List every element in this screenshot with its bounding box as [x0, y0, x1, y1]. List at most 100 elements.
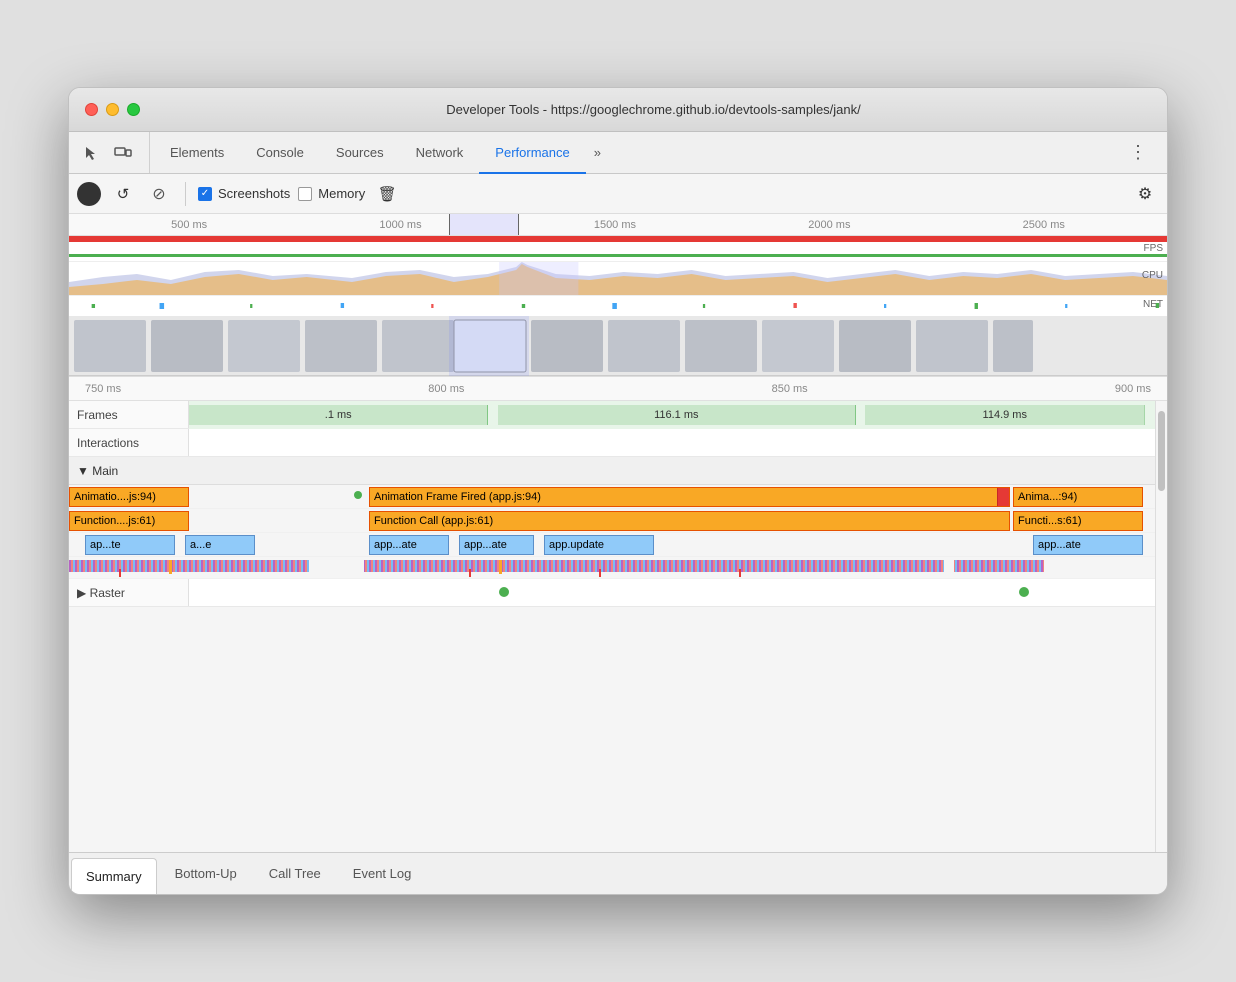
- raster-dot-2: [1019, 587, 1029, 597]
- title-bar: Developer Tools - https://googlechrome.g…: [69, 88, 1167, 132]
- flame-row-4: [69, 557, 1155, 579]
- clear-button[interactable]: ⊘: [145, 180, 173, 208]
- tab-bar: Elements Console Sources Network Perform…: [69, 132, 1167, 174]
- detail-ruler-850: 850 ms: [772, 383, 808, 395]
- long-task-indicator: [997, 488, 1009, 507]
- timeline-ruler: 500 ms 1000 ms 1500 ms 2000 ms 2500 ms: [69, 214, 1167, 236]
- flame-row-1: Animatio....js:94) Animation Frame Fired…: [69, 485, 1155, 509]
- flame-row-2: Function....js:61) Function Call (app.js…: [69, 509, 1155, 533]
- perf-panel: 500 ms 1000 ms 1500 ms 2000 ms 2500 ms: [69, 214, 1167, 894]
- filmstrip: [69, 316, 1167, 376]
- tab-sources[interactable]: Sources: [320, 133, 400, 174]
- ruler-500: 500 ms: [171, 219, 207, 231]
- screenshots-checkbox[interactable]: ✓ Screenshots: [198, 186, 290, 201]
- interactions-content: [189, 429, 1155, 456]
- ruler-2000: 2000 ms: [808, 219, 850, 231]
- flame-func-1: Function....js:61): [69, 511, 189, 531]
- track-area: Frames .1 ms 116.1 ms 114.9 m: [69, 401, 1167, 852]
- traffic-lights: [85, 103, 140, 116]
- maximize-button[interactable]: [127, 103, 140, 116]
- devtools-window: Developer Tools - https://googlechrome.g…: [68, 87, 1168, 895]
- fps-green-line: [69, 254, 1167, 257]
- device-toolbar-icon[interactable]: [109, 139, 137, 167]
- main-section-header[interactable]: ▼ Main: [69, 457, 1155, 485]
- interactions-row: Interactions: [69, 429, 1155, 457]
- interactions-label: Interactions: [69, 429, 189, 456]
- flame-app-4: app...ate: [459, 535, 534, 555]
- window-title: Developer Tools - https://googlechrome.g…: [156, 102, 1151, 117]
- toolbar-separator-1: [185, 182, 186, 206]
- cursor-icon[interactable]: [77, 139, 105, 167]
- tab-network[interactable]: Network: [400, 133, 480, 174]
- idle-dot-1: [354, 491, 362, 499]
- ruler-marks: 500 ms 1000 ms 1500 ms 2000 ms 2500 ms: [85, 219, 1151, 231]
- frame-block-2: 116.1 ms: [498, 405, 855, 425]
- raster-label: ▶ Raster: [69, 579, 189, 606]
- main-section-label: ▼ Main: [77, 464, 197, 478]
- flame-app-6: app...ate: [1033, 535, 1143, 555]
- flame-app-3: app...ate: [369, 535, 449, 555]
- net-waveform: [69, 296, 1167, 316]
- frame-block-3: 114.9 ms: [865, 405, 1145, 425]
- cpu-track: CPU: [69, 262, 1167, 296]
- devtools-menu-icon[interactable]: ⋮: [1117, 132, 1159, 173]
- raster-row: ▶ Raster: [69, 579, 1155, 607]
- detail-ruler: 750 ms 800 ms 850 ms 900 ms: [69, 377, 1167, 401]
- detail-ruler-800: 800 ms: [428, 383, 464, 395]
- detail-ruler-750: 750 ms: [85, 383, 121, 395]
- detail-timeline: 750 ms 800 ms 850 ms 900 ms Frames: [69, 377, 1167, 852]
- tab-summary[interactable]: Summary: [71, 858, 157, 894]
- scrollbar-thumb[interactable]: [1158, 411, 1165, 491]
- scrollbar[interactable]: [1155, 401, 1167, 852]
- record-button[interactable]: [77, 182, 101, 206]
- flame-anim-3: Anima...:94): [1013, 487, 1143, 507]
- tab-performance[interactable]: Performance: [479, 133, 585, 174]
- flame-func-2: Function Call (app.js:61): [369, 511, 1010, 531]
- ruler-1500: 1500 ms: [594, 219, 636, 231]
- minimize-button[interactable]: [106, 103, 119, 116]
- raster-dot-1: [499, 587, 509, 597]
- bottom-tabs: Summary Bottom-Up Call Tree Event Log: [69, 852, 1167, 894]
- screenshots-check-icon: ✓: [198, 187, 212, 201]
- ruler-1000: 1000 ms: [379, 219, 421, 231]
- close-button[interactable]: [85, 103, 98, 116]
- frames-label: Frames: [69, 401, 189, 428]
- flame-func-3: Functi...s:61): [1013, 511, 1143, 531]
- flame-app-1: ap...te: [85, 535, 175, 555]
- reload-button[interactable]: ↺: [109, 180, 137, 208]
- frames-content: .1 ms 116.1 ms 114.9 ms: [189, 401, 1155, 429]
- flame-app-5: app.update: [544, 535, 654, 555]
- frame-block-1: .1 ms: [189, 405, 488, 425]
- flame-app-2: a...e: [185, 535, 255, 555]
- devtools-icons: [77, 132, 150, 173]
- memory-check-box: [298, 187, 312, 201]
- tab-event-log[interactable]: Event Log: [337, 854, 428, 894]
- fps-track: FPS: [69, 236, 1167, 262]
- detail-ruler-content: 750 ms 800 ms 850 ms 900 ms: [69, 383, 1167, 395]
- flame-anim-2: Animation Frame Fired (app.js:94): [369, 487, 1010, 507]
- flame-row-3: ap...te a...e app...ate app...ate: [69, 533, 1155, 557]
- tab-elements[interactable]: Elements: [154, 133, 240, 174]
- fps-label: FPS: [1144, 243, 1163, 254]
- flame-anim-1: Animatio....js:94): [69, 487, 189, 507]
- tab-console[interactable]: Console: [240, 133, 320, 174]
- cpu-waveform: [69, 262, 1167, 296]
- tab-bottom-up[interactable]: Bottom-Up: [159, 854, 253, 894]
- raster-content: [189, 579, 1155, 606]
- tab-more[interactable]: »: [586, 132, 609, 173]
- net-label: NET: [1143, 299, 1163, 310]
- memory-checkbox[interactable]: Memory: [298, 186, 365, 201]
- fps-red-bar: [69, 236, 1167, 242]
- overview-section: 500 ms 1000 ms 1500 ms 2000 ms 2500 ms: [69, 214, 1167, 377]
- performance-toolbar: ↺ ⊘ ✓ Screenshots Memory 🗑 ⚙: [69, 174, 1167, 214]
- main-content: 500 ms 1000 ms 1500 ms 2000 ms 2500 ms: [69, 214, 1167, 894]
- net-track: NET: [69, 296, 1167, 316]
- tab-call-tree[interactable]: Call Tree: [253, 854, 337, 894]
- trash-icon[interactable]: 🗑: [373, 180, 401, 208]
- track-container[interactable]: Frames .1 ms 116.1 ms 114.9 m: [69, 401, 1155, 852]
- detail-ruler-900: 900 ms: [1115, 383, 1151, 395]
- activity-bars: [69, 557, 1155, 579]
- frames-row: Frames .1 ms 116.1 ms 114.9 m: [69, 401, 1155, 429]
- settings-icon[interactable]: ⚙: [1131, 180, 1159, 208]
- filmstrip-svg: [69, 316, 1167, 376]
